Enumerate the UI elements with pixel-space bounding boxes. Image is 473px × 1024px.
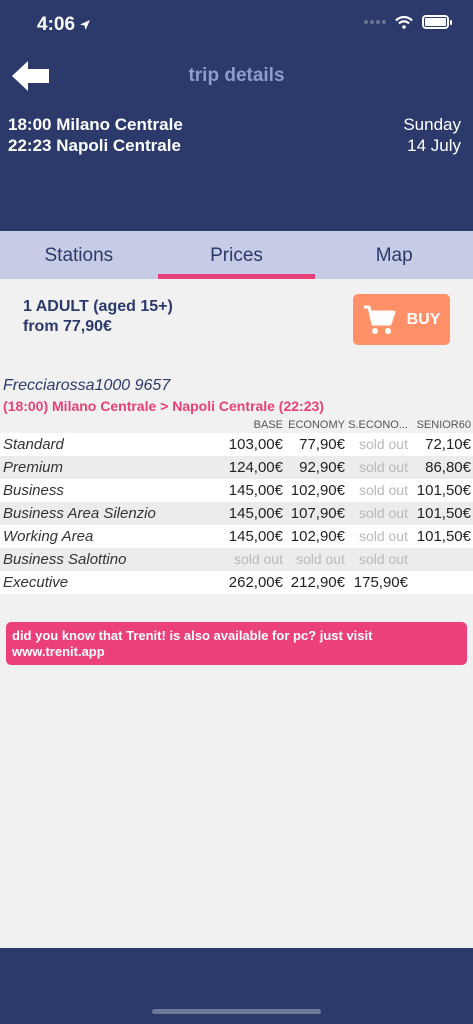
- price-cell[interactable]: 145,00€: [229, 482, 283, 499]
- table-row: Standard 103,00€ 77,90€ sold out 72,10€: [0, 433, 473, 456]
- status-bar-time: 4:06: [37, 14, 91, 36]
- home-indicator[interactable]: [152, 1009, 321, 1014]
- price-column-headers: BASE ECONOMY S.ECONO... SENIOR60: [0, 419, 473, 433]
- header: 4:06 trip details 18:00 Milano Centrale …: [0, 0, 473, 231]
- price-cell[interactable]: 145,00€: [229, 528, 283, 545]
- price-cell[interactable]: 92,90€: [299, 459, 345, 476]
- class-name: Executive: [3, 574, 69, 591]
- tab-map[interactable]: Map: [315, 231, 473, 279]
- price-cell[interactable]: 103,00€: [229, 436, 283, 453]
- price-cell: sold out: [295, 551, 345, 567]
- signal-icon: [364, 20, 386, 24]
- column-header-economy: ECONOMY: [288, 419, 345, 431]
- page-title: trip details: [188, 65, 285, 86]
- price-cell[interactable]: 124,00€: [229, 459, 283, 476]
- class-name: Premium: [3, 459, 64, 476]
- location-arrow-icon: [80, 20, 91, 30]
- price-cell[interactable]: 101,50€: [417, 505, 471, 522]
- class-name: Business Salottino: [3, 551, 127, 568]
- price-cell: sold out: [358, 528, 408, 544]
- price-cell[interactable]: 86,80€: [425, 459, 471, 476]
- price-cell[interactable]: 175,90€: [354, 574, 408, 591]
- cart-icon: [363, 305, 396, 334]
- arrival-line: 22:23 Napoli Centrale: [8, 135, 183, 156]
- class-name: Business: [3, 482, 64, 499]
- trip-day: Sunday: [403, 115, 461, 134]
- promo-banner[interactable]: did you know that Trenit! is also availa…: [6, 622, 467, 665]
- departure-time: 18:00: [8, 115, 52, 134]
- status-bar-indicators: [364, 15, 452, 29]
- class-name: Working Area: [3, 528, 94, 545]
- battery-icon: [422, 15, 452, 29]
- price-table: Standard 103,00€ 77,90€ sold out 72,10€ …: [0, 433, 473, 594]
- class-name: Standard: [3, 436, 64, 453]
- trip-date: Sunday 14 July: [403, 114, 461, 156]
- price-cell: sold out: [358, 482, 408, 498]
- status-time-text: 4:06: [37, 14, 76, 35]
- price-cell[interactable]: 107,90€: [291, 505, 345, 522]
- price-cell[interactable]: 102,90€: [291, 482, 345, 499]
- passenger-count: 1 ADULT (aged 15+): [23, 298, 173, 315]
- table-row: Premium 124,00€ 92,90€ sold out 86,80€: [0, 456, 473, 479]
- departure-line: 18:00 Milano Centrale: [8, 114, 183, 135]
- from-price: from 77,90€: [23, 318, 112, 335]
- arrival-station: Napoli Centrale: [56, 136, 181, 155]
- train-name: Frecciarossa1000 9657: [3, 377, 171, 394]
- price-cell[interactable]: 145,00€: [229, 505, 283, 522]
- tab-prices[interactable]: Prices: [157, 231, 316, 279]
- class-name: Business Area Silenzio: [3, 505, 156, 522]
- table-row: Executive 262,00€ 212,90€ 175,90€: [0, 571, 473, 594]
- price-cell[interactable]: 77,90€: [299, 436, 345, 453]
- price-cell: sold out: [233, 551, 283, 567]
- tab-bar: Stations Prices Map: [0, 231, 473, 279]
- wifi-icon: [395, 15, 413, 29]
- price-cell[interactable]: 72,10€: [425, 436, 471, 453]
- price-cell[interactable]: 262,00€: [229, 574, 283, 591]
- price-cell[interactable]: 102,90€: [291, 528, 345, 545]
- buy-button[interactable]: BUY: [353, 294, 450, 345]
- price-cell: sold out: [358, 459, 408, 475]
- price-cell[interactable]: 101,50€: [417, 482, 471, 499]
- price-cell: sold out: [358, 436, 408, 452]
- table-row: Business 145,00€ 102,90€ sold out 101,50…: [0, 479, 473, 502]
- column-header-super-economy: S.ECONO...: [348, 419, 408, 431]
- table-row: Working Area 145,00€ 102,90€ sold out 10…: [0, 525, 473, 548]
- tab-stations[interactable]: Stations: [0, 231, 158, 279]
- train-route: (18:00) Milano Centrale > Napoli Central…: [3, 398, 324, 414]
- column-header-base: BASE: [253, 419, 283, 431]
- buy-label: BUY: [406, 310, 441, 328]
- trip-route: 18:00 Milano Centrale 22:23 Napoli Centr…: [8, 114, 183, 156]
- fare-summary: 1 ADULT (aged 15+) from 77,90€: [23, 297, 173, 337]
- column-header-senior60: SENIOR60: [416, 419, 471, 431]
- price-cell: sold out: [358, 551, 408, 567]
- departure-station: Milano Centrale: [56, 115, 183, 134]
- arrival-time: 22:23: [8, 136, 52, 155]
- price-cell[interactable]: 101,50€: [417, 528, 471, 545]
- price-cell[interactable]: 212,90€: [291, 574, 345, 591]
- trip-date-text: 14 July: [407, 136, 461, 155]
- table-row: Business Area Silenzio 145,00€ 107,90€ s…: [0, 502, 473, 525]
- table-row: Business Salottino sold out sold out sol…: [0, 548, 473, 571]
- price-cell: sold out: [358, 505, 408, 521]
